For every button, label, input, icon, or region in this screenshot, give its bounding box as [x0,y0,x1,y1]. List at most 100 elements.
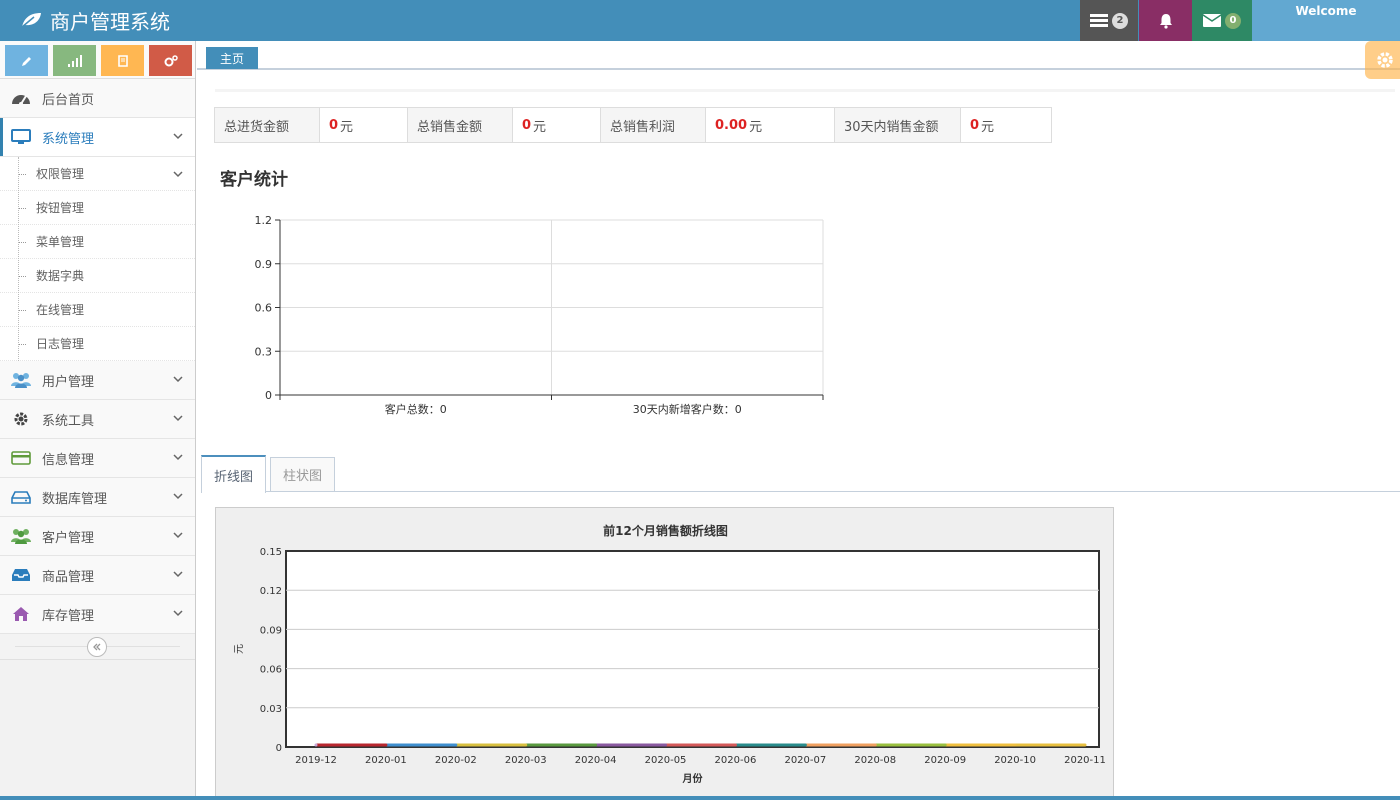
stat-unit: 元 [981,119,995,135]
stat-label: 总进货金额 [215,108,320,142]
y-tick-label: 0.03 [260,704,282,715]
x-tick-label: 2020-04 [575,755,617,766]
sidebar-item-database[interactable]: 数据库管理 [0,478,195,517]
data-point [943,743,947,747]
x-tick-label: 30天内新增客户数：0 [633,402,742,416]
data-point [1083,743,1087,747]
y-tick-label: 0.06 [260,665,282,676]
shortcut-pencil-button[interactable] [5,45,48,76]
chevron-down-icon [173,493,183,500]
sidebar-subitem-label: 菜单管理 [36,235,85,249]
chevron-down-icon [173,415,183,422]
shortcut-cogs-button[interactable] [149,45,192,76]
stat-unit: 元 [749,119,763,135]
stat-label: 30天内销售金额 [835,108,961,142]
sidebar-item-info[interactable]: 信息管理 [0,439,195,478]
sidebar-collapse-button[interactable] [87,637,107,657]
sidebar: 后台首页 系统管理 权限管理 按钮管理 菜单管理 数据字典 在线管理 日志管理 … [0,41,196,800]
sidebar-item-dashboard[interactable]: 后台首页 [0,79,195,118]
y-tick-label: 1.2 [255,214,273,227]
data-point [873,743,877,747]
data-point [454,743,458,747]
y-tick-label: 0.6 [255,302,273,315]
stat-label: 总销售金额 [408,108,513,142]
chevron-down-icon [173,171,183,178]
settings-button[interactable] [1365,41,1400,79]
gear-icon [1377,52,1393,68]
page-tabbar: 主页 [197,41,1400,70]
stats-table: 总进货金额 0元 总销售金额 0元 总销售利润 0.00 元 30天内销售金额 0… [214,107,1052,143]
stat-number: 0 [522,117,532,133]
y-tick-label: 0 [265,389,272,402]
shortcut-book-button[interactable] [101,45,144,76]
user-menu[interactable]: Welcome [1252,0,1400,41]
chevron-down-icon [173,133,183,140]
brand-title: 商户管理系统 [50,9,170,34]
y-tick-label: 0.12 [260,586,282,597]
sidebar-subitem-menus[interactable]: 菜单管理 [0,225,195,259]
sales-line-chart-panel: 前12个月销售额折线图 0 0.03 0.06 0.09 0.12 0.15 2019-12… [215,507,1114,800]
hdd-icon [10,488,32,506]
x-tick-label: 2019-12 [295,755,337,766]
sidebar-collapse-bar [0,634,195,660]
y-tick-label: 0.9 [255,258,273,271]
tab-bar-chart[interactable]: 柱状图 [270,457,336,492]
customer-stats-title: 客户统计 [220,170,288,190]
x-tick-label: 2020-11 [1064,755,1106,766]
divider [215,89,1395,92]
sidebar-item-users[interactable]: 用户管理 [0,361,195,400]
shortcut-signal-button[interactable] [53,45,96,76]
data-point [594,743,598,747]
y-axis-label: 元 [234,644,245,654]
sidebar-subitem-dictionary[interactable]: 数据字典 [0,259,195,293]
sidebar-subitem-logs[interactable]: 日志管理 [0,327,195,361]
stat-number: 0.00 [715,117,748,133]
tasks-badge: 2 [1112,12,1128,29]
x-tick-label: 2020-08 [854,755,896,766]
sidebar-subitem-label: 数据字典 [36,269,85,283]
sidebar-subitem-online[interactable]: 在线管理 [0,293,195,327]
stat-value: 0元 [513,108,601,142]
x-tick-label: 2020-10 [994,755,1036,766]
sidebar-subitem-label: 在线管理 [36,303,85,317]
sidebar-subitem-permissions[interactable]: 权限管理 [0,157,195,191]
sidebar-item-tools[interactable]: 系统工具 [0,400,195,439]
main-content: 主页 总进货金额 0元 总销售金额 0元 总销售利润 0.00 元 30天内销售金… [197,41,1400,800]
x-tick-label: 2020-06 [715,755,757,766]
tasks-button[interactable]: 2 [1080,0,1138,41]
group-icon [10,527,32,545]
cog-icon [10,410,32,428]
sidebar-item-label: 后台首页 [42,92,95,108]
notifications-button[interactable] [1139,0,1192,41]
messages-badge: 0 [1225,12,1241,29]
sidebar-subitem-buttons[interactable]: 按钮管理 [0,191,195,225]
data-point [524,743,528,747]
tab-line-chart[interactable]: 折线图 [201,455,267,493]
messages-button[interactable]: 0 [1192,0,1252,41]
tasks-icon [1090,13,1108,27]
stat-number: 0 [329,117,339,133]
x-tick-label: 2020-03 [505,755,547,766]
x-tick-label: 2020-07 [784,755,826,766]
sidebar-item-system[interactable]: 系统管理 [0,118,195,157]
sidebar-item-label: 库存管理 [42,608,95,624]
bell-icon [1159,13,1172,29]
x-axis-label: 月份 [682,772,704,785]
sidebar-item-customers[interactable]: 客户管理 [0,517,195,556]
sidebar-item-inventory[interactable]: 库存管理 [0,595,195,634]
sidebar-item-products[interactable]: 商品管理 [0,556,195,595]
pencil-icon [21,56,31,66]
sidebar-shortcuts [0,41,195,79]
brand[interactable]: 商户管理系统 [20,6,170,34]
sidebar-subitem-label: 日志管理 [36,337,85,351]
stat-label: 总销售利润 [601,108,706,142]
system-submenu: 权限管理 按钮管理 菜单管理 数据字典 在线管理 日志管理 [0,157,195,361]
tab-home[interactable]: 主页 [206,47,259,69]
stat-value: 0元 [961,108,1051,142]
sidebar-item-label: 系统管理 [42,131,95,147]
x-tick-label: 2020-02 [435,755,477,766]
signal-icon [67,54,82,67]
users-icon [10,371,32,389]
credit-card-icon [10,449,32,467]
double-chevron-left-icon [93,643,101,651]
